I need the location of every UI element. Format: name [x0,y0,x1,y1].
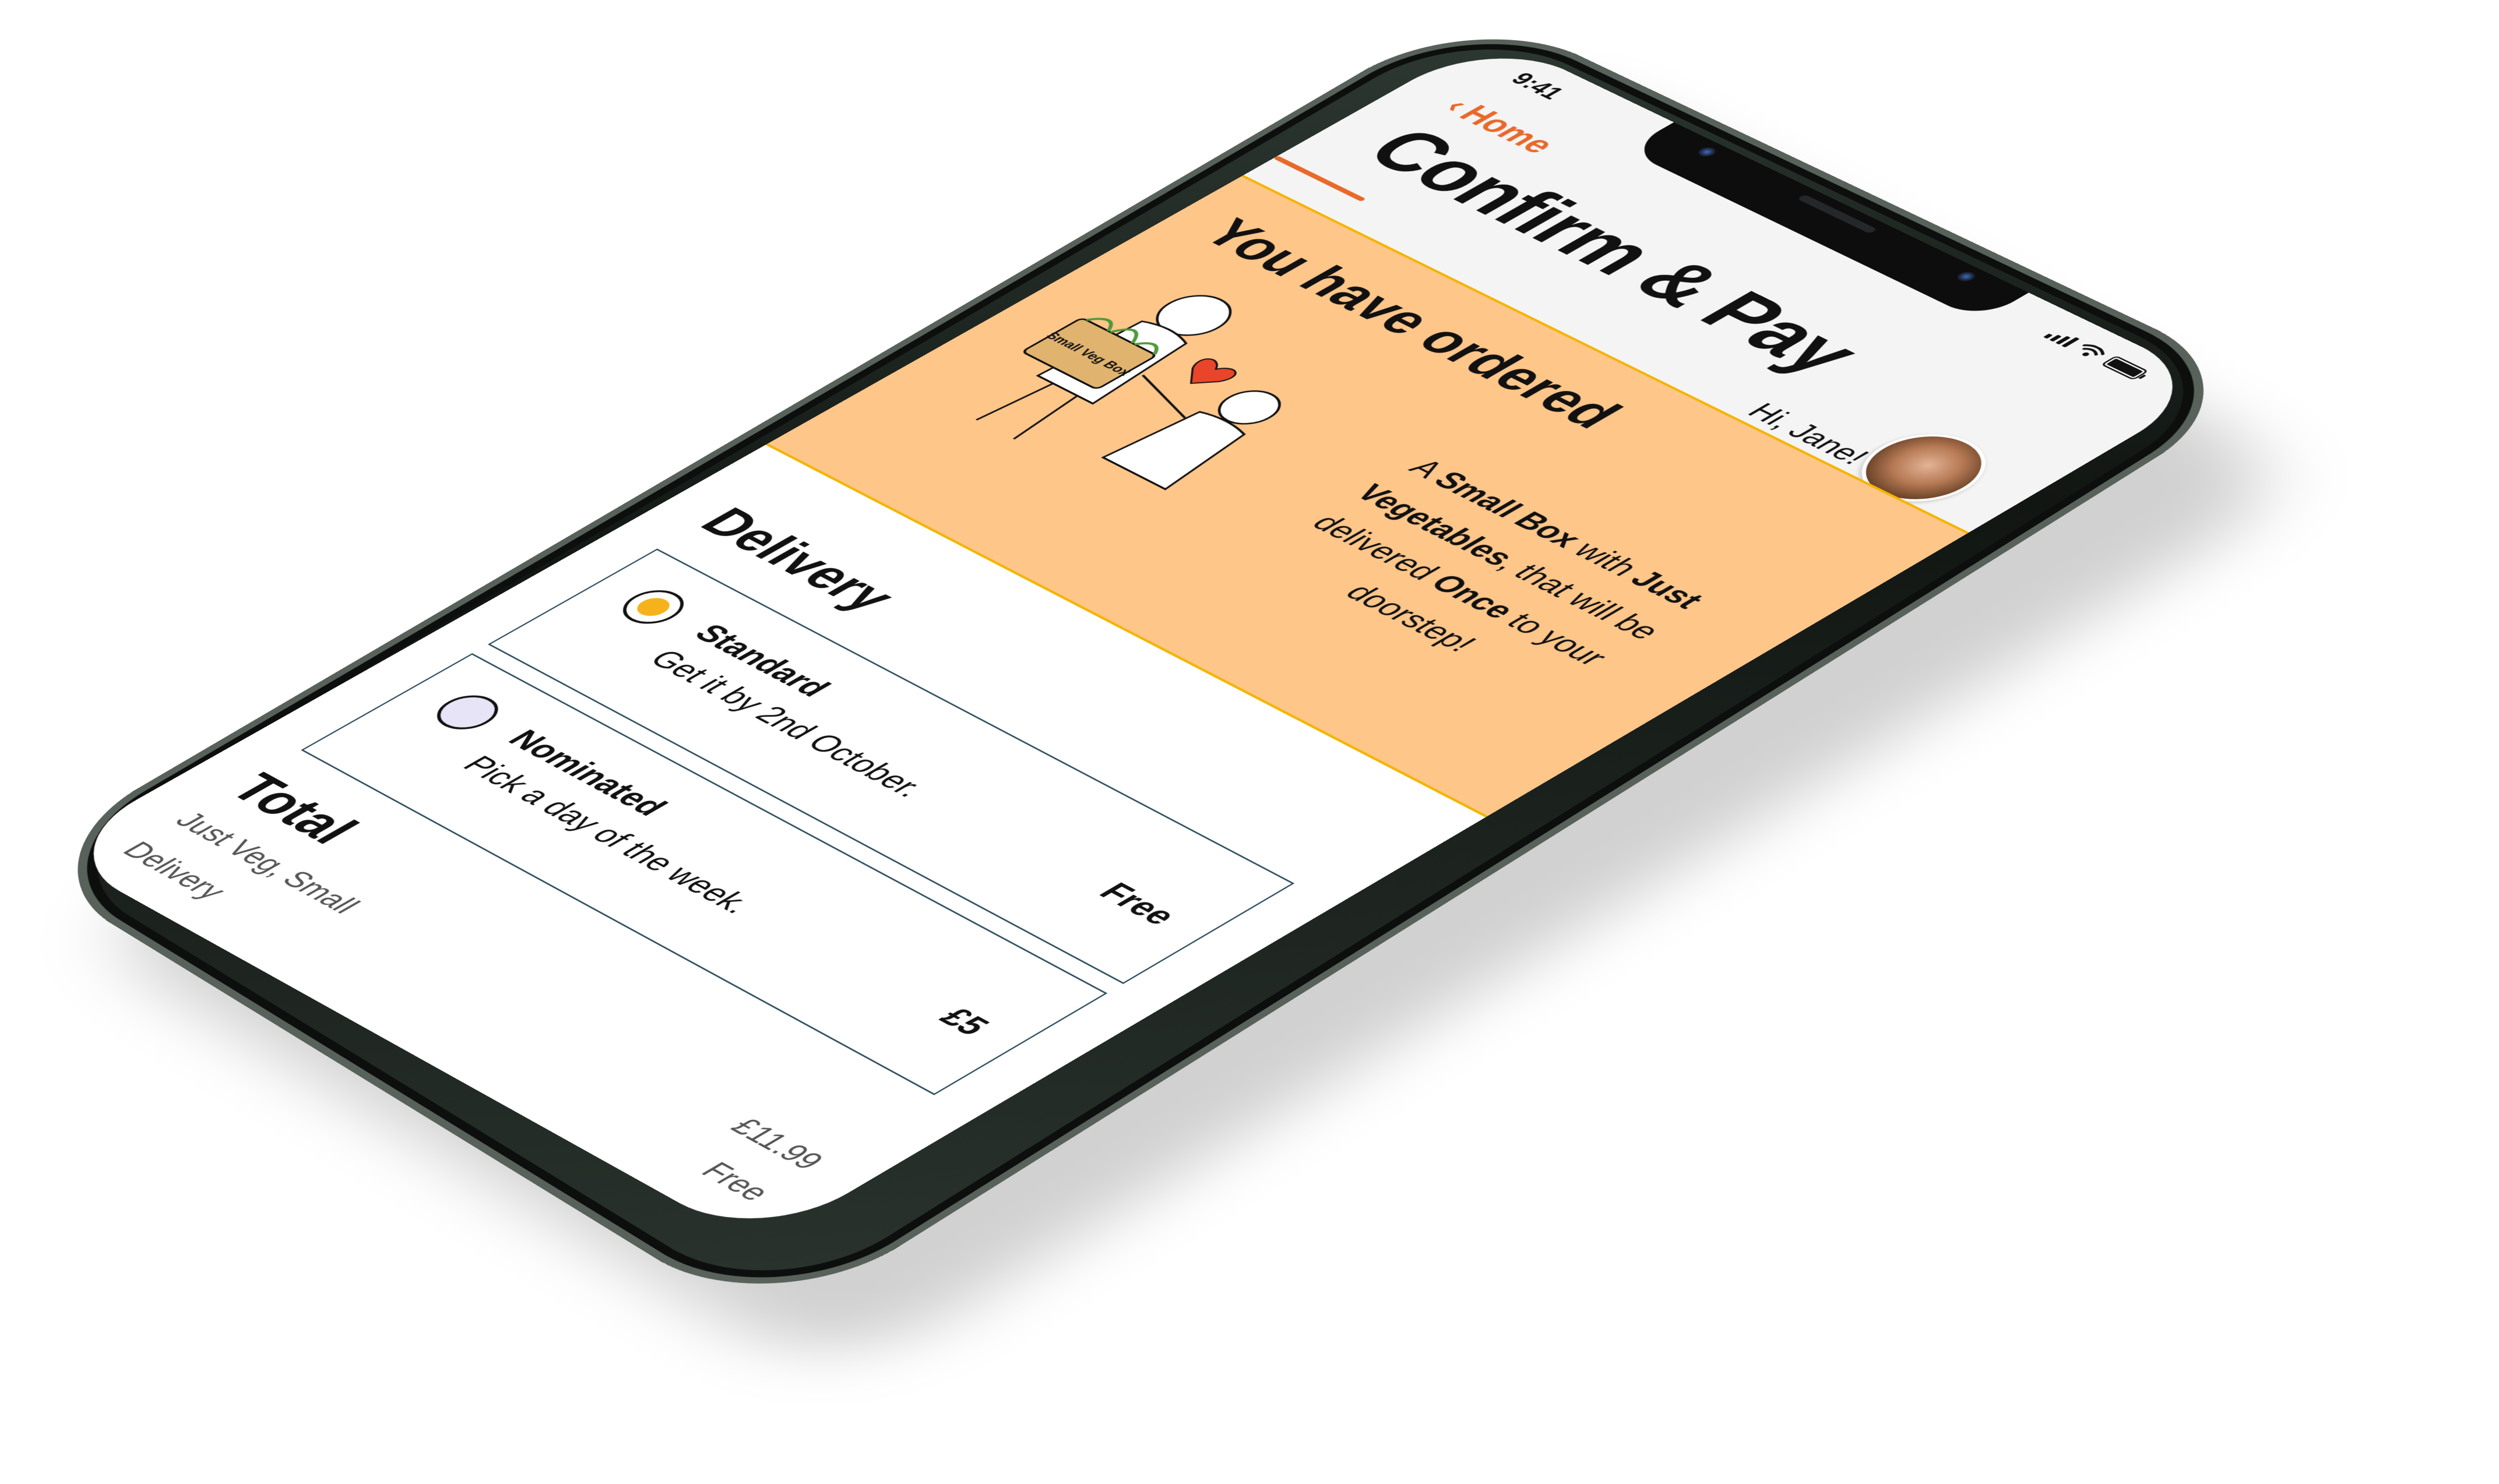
option-price: £5 [930,1002,999,1041]
line-item-amount: Free [693,1157,780,1206]
radio-unselected-icon[interactable] [425,689,511,736]
wifi-icon [2072,342,2109,361]
radio-selected-icon[interactable] [611,584,696,631]
battery-icon [2100,355,2149,380]
sensor-icon [1954,270,1979,283]
option-price: Free [1090,877,1187,930]
order-summary-text: A Small Box with Just Vegetables, that w… [1196,424,1774,731]
cellular-signal-icon [2043,329,2080,348]
status-time: 9:41 [1504,69,1571,103]
camera-icon [1695,146,1719,158]
scene: 9:41 ‹ Home Confirm & Pay Hi, Jane! You … [0,0,2499,1484]
